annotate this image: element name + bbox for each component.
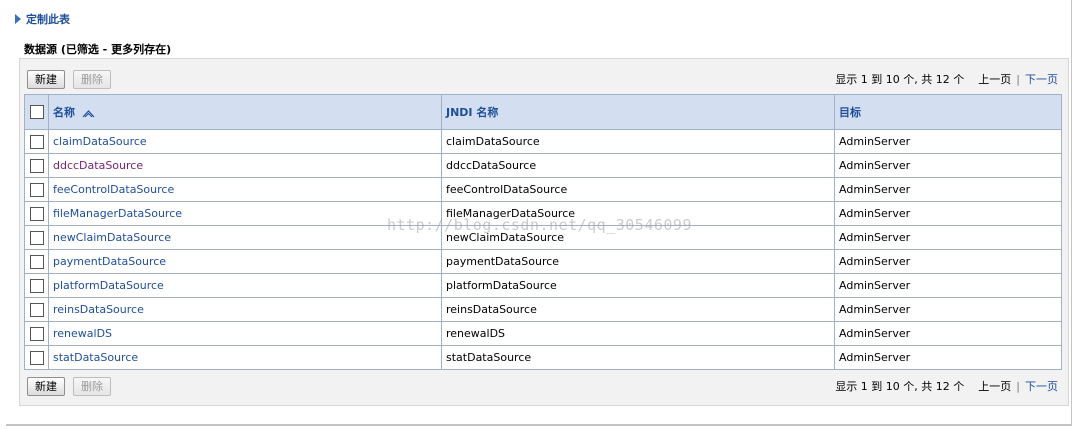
jndi-name-cell: statDataSource — [441, 345, 835, 370]
toolbar-bottom: 新建 删除 显示 1 到 10 个, 共 12 个 上一页 | 下一页 — [27, 375, 1058, 397]
target-cell: AdminServer — [834, 345, 1062, 370]
pager: 显示 1 到 10 个, 共 12 个 上一页 | 下一页 — [835, 71, 1058, 87]
column-header-jndi[interactable]: JNDI 名称 — [441, 94, 835, 130]
datasource-name-link[interactable]: statDataSource — [53, 351, 138, 364]
row-checkbox[interactable] — [30, 158, 44, 173]
datasource-name-link[interactable]: feeControlDataSource — [53, 183, 174, 196]
pager-status: 显示 1 到 10 个, 共 12 个 — [835, 73, 965, 86]
delete-button[interactable]: 删除 — [73, 376, 111, 396]
table-row: fileManagerDataSource fileManagerDataSou… — [24, 201, 1062, 226]
select-all-checkbox[interactable] — [30, 105, 44, 119]
jndi-name-cell: claimDataSource — [441, 129, 835, 154]
customize-table-label: 定制此表 — [26, 13, 70, 26]
datasource-name-link[interactable]: platformDataSource — [53, 279, 164, 292]
jndi-name-cell: newClaimDataSource — [441, 225, 835, 250]
row-checkbox[interactable] — [30, 326, 44, 341]
table-row: newClaimDataSource newClaimDataSource Ad… — [24, 225, 1062, 250]
table-row: ddccDataSource ddccDataSource AdminServe… — [24, 153, 1062, 178]
pager: 显示 1 到 10 个, 共 12 个 上一页 | 下一页 — [835, 378, 1058, 394]
jndi-name-cell: fileManagerDataSource — [441, 201, 835, 226]
row-checkbox[interactable] — [30, 230, 44, 245]
delete-button[interactable]: 删除 — [73, 69, 111, 89]
triangle-right-icon — [15, 14, 21, 24]
target-cell: AdminServer — [834, 225, 1062, 250]
customize-table-link[interactable]: 定制此表 — [15, 11, 70, 27]
target-cell: AdminServer — [834, 321, 1062, 346]
target-cell: AdminServer — [834, 201, 1062, 226]
table-row: platformDataSource platformDataSource Ad… — [24, 273, 1062, 298]
column-header-name[interactable]: 名称 — [48, 94, 442, 130]
datasource-name-link[interactable]: newClaimDataSource — [53, 231, 171, 244]
datasource-name-link[interactable]: fileManagerDataSource — [53, 207, 182, 220]
datasource-name-link[interactable]: paymentDataSource — [53, 255, 166, 268]
table-row: claimDataSource claimDataSource AdminSer… — [24, 129, 1062, 154]
table-row: paymentDataSource paymentDataSource Admi… — [24, 249, 1062, 274]
row-checkbox[interactable] — [30, 350, 44, 365]
jndi-name-cell: feeControlDataSource — [441, 177, 835, 202]
target-cell: AdminServer — [834, 153, 1062, 178]
row-checkbox[interactable] — [30, 134, 44, 149]
jndi-name-cell: renewalDS — [441, 321, 835, 346]
jndi-name-cell: reinsDataSource — [441, 297, 835, 322]
next-page-link[interactable]: 下一页 — [1025, 71, 1058, 87]
table-row: feeControlDataSource feeControlDataSourc… — [24, 177, 1062, 202]
next-page-link[interactable]: 下一页 — [1025, 378, 1058, 394]
sort-ascending-icon — [82, 109, 95, 117]
datasource-name-link[interactable]: reinsDataSource — [53, 303, 144, 316]
table-header-row: 名称 JNDI 名称 目标 — [24, 94, 1062, 130]
prev-page-label: 上一页 — [978, 380, 1012, 393]
new-button[interactable]: 新建 — [27, 69, 65, 89]
table-row: renewalDS renewalDS AdminServer — [24, 321, 1062, 346]
row-checkbox[interactable] — [30, 254, 44, 269]
row-checkbox[interactable] — [30, 182, 44, 197]
target-cell: AdminServer — [834, 129, 1062, 154]
pager-separator: | — [1016, 72, 1020, 86]
datasource-table: 名称 JNDI 名称 目标 claimDataSource claimDataS… — [24, 94, 1062, 370]
jndi-name-cell: platformDataSource — [441, 273, 835, 298]
row-checkbox[interactable] — [30, 302, 44, 317]
target-cell: AdminServer — [834, 273, 1062, 298]
datasource-panel: 新建 删除 显示 1 到 10 个, 共 12 个 上一页 | 下一页 名称 J… — [19, 58, 1069, 406]
row-checkbox[interactable] — [30, 278, 44, 293]
target-cell: AdminServer — [834, 249, 1062, 274]
new-button[interactable]: 新建 — [27, 376, 65, 396]
datasource-name-link[interactable]: ddccDataSource — [53, 159, 143, 172]
section-title: 数据源 (已筛选 - 更多列存在) — [24, 43, 172, 56]
toolbar-top: 新建 删除 显示 1 到 10 个, 共 12 个 上一页 | 下一页 — [27, 68, 1058, 90]
row-checkbox[interactable] — [30, 206, 44, 221]
pager-separator: | — [1016, 379, 1020, 393]
prev-page-label: 上一页 — [978, 73, 1012, 86]
table-row: statDataSource statDataSource AdminServe… — [24, 345, 1062, 370]
jndi-name-cell: paymentDataSource — [441, 249, 835, 274]
target-cell: AdminServer — [834, 177, 1062, 202]
jndi-name-cell: ddccDataSource — [441, 153, 835, 178]
select-all-cell — [24, 94, 49, 130]
pager-status: 显示 1 到 10 个, 共 12 个 — [835, 380, 965, 393]
column-header-target[interactable]: 目标 — [834, 94, 1062, 130]
datasource-name-link[interactable]: claimDataSource — [53, 135, 147, 148]
datasource-name-link[interactable]: renewalDS — [53, 327, 112, 340]
table-row: reinsDataSource reinsDataSource AdminSer… — [24, 297, 1062, 322]
target-cell: AdminServer — [834, 297, 1062, 322]
